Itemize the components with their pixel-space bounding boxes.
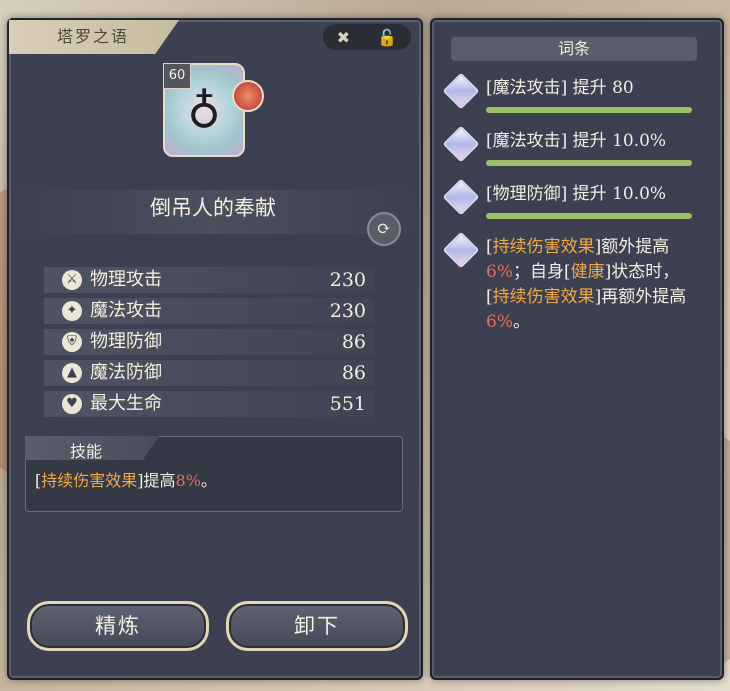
refine-button[interactable]: 精炼 bbox=[27, 601, 209, 651]
top-action-bar: ✖ 🔓 bbox=[323, 24, 411, 50]
affix-item: [魔法攻击] 提升 10.0% bbox=[442, 125, 706, 169]
affix-text: [魔法攻击] 提升 80 bbox=[486, 78, 634, 98]
affix-panel bbox=[430, 18, 724, 680]
item-name: 倒吊人的奉献 bbox=[150, 196, 276, 220]
stat-row: ⛨ 物理防御 86 bbox=[44, 329, 374, 355]
stat-row: ▲ 魔法防御 86 bbox=[44, 360, 374, 386]
stat-label: 最大生命 bbox=[90, 393, 162, 414]
lock-toggle-icon[interactable]: ✖ bbox=[337, 28, 350, 47]
swap-icon[interactable]: ⟳ bbox=[367, 212, 401, 246]
affix-text: [物理防御] 提升 10.0% bbox=[486, 184, 667, 204]
skill-description: [持续伤害效果]提高8%。 bbox=[35, 471, 217, 490]
skill-keyword: 持续伤害效果 bbox=[41, 471, 138, 490]
unlock-icon[interactable]: 🔓 bbox=[377, 28, 397, 47]
character-avatar-icon bbox=[232, 80, 264, 112]
unequip-button[interactable]: 卸下 bbox=[226, 601, 408, 651]
skill-percent: 8% bbox=[175, 471, 201, 490]
affix-bar bbox=[486, 160, 692, 166]
diamond-icon bbox=[442, 72, 480, 110]
stat-value: 86 bbox=[341, 331, 366, 353]
stat-value: 230 bbox=[329, 300, 366, 322]
stat-value: 230 bbox=[329, 269, 366, 291]
affix-item: [物理防御] 提升 10.0% bbox=[442, 178, 706, 222]
stat-label: 物理防御 bbox=[90, 331, 162, 352]
affix-text: [魔法攻击] 提升 10.0% bbox=[486, 131, 667, 151]
item-level-badge: 60 bbox=[163, 63, 191, 89]
affix-bar bbox=[486, 213, 692, 219]
skill-title: 技能 bbox=[70, 442, 103, 461]
stat-row: ✦ 魔法攻击 230 bbox=[44, 298, 374, 324]
panel-title: 塔罗之语 bbox=[9, 20, 179, 54]
stat-value: 551 bbox=[329, 393, 366, 415]
sword-icon: ⚔ bbox=[62, 270, 82, 290]
affix-item: [魔法攻击] 提升 80 bbox=[442, 72, 706, 116]
diamond-icon bbox=[442, 125, 480, 163]
wand-icon: ✦ bbox=[62, 301, 82, 321]
affix-special: [持续伤害效果]额外提高6%；自身[健康]状态时，[持续伤害效果]再额外提高6%… bbox=[442, 231, 706, 345]
affix-bar bbox=[486, 107, 692, 113]
heart-icon: ♥ bbox=[62, 394, 82, 414]
stat-label: 魔法攻击 bbox=[90, 300, 162, 321]
hat-icon: ▲ bbox=[62, 363, 82, 383]
stat-value: 86 bbox=[341, 362, 366, 384]
diamond-icon bbox=[442, 231, 480, 269]
affix-panel-title: 词条 bbox=[451, 37, 697, 61]
stat-row: ♥ 最大生命 551 bbox=[44, 391, 374, 417]
stat-label: 魔法防御 bbox=[90, 362, 162, 383]
shield-icon: ⛨ bbox=[62, 332, 82, 352]
affix-special-text: [持续伤害效果]额外提高6%；自身[健康]状态时，[持续伤害效果]再额外提高6%… bbox=[486, 237, 687, 332]
stat-row: ⚔ 物理攻击 230 bbox=[44, 267, 374, 293]
stat-label: 物理攻击 bbox=[90, 269, 162, 290]
diamond-icon bbox=[442, 178, 480, 216]
